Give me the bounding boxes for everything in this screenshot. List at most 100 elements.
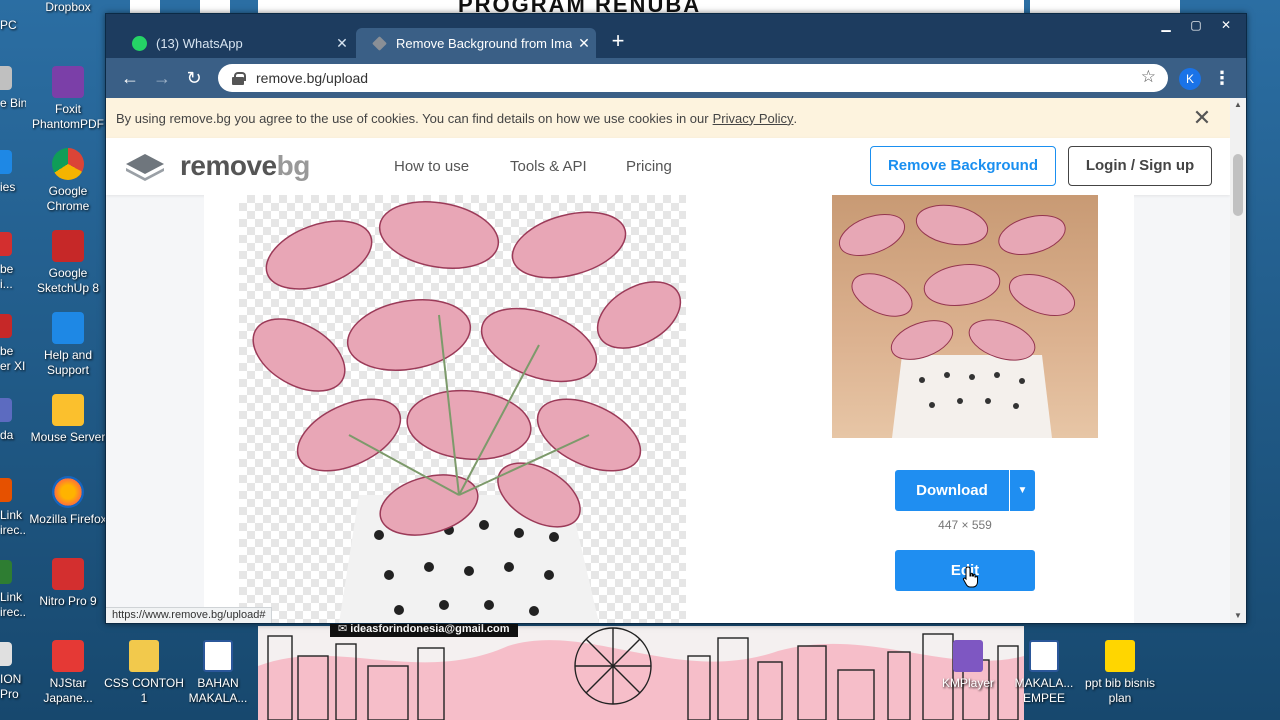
desktop-partial-icon[interactable]: e Bin	[0, 66, 26, 111]
chevron-down-icon[interactable]: ▼	[1010, 470, 1035, 511]
folder-icon	[129, 640, 159, 672]
image-dimensions: 447 × 559	[938, 518, 992, 532]
desktop-icon-nitro[interactable]: Nitro Pro 9	[28, 558, 108, 609]
desktop-icon-ppt-bisnis-plan[interactable]: ppt bib bisnis plan	[1080, 640, 1160, 706]
firefox-icon	[52, 476, 84, 508]
browser-window: (13) WhatsApp ✕ Remove Background from I…	[105, 13, 1247, 624]
desktop-icon-firefox[interactable]: Mozilla Firefox	[28, 476, 108, 527]
desktop-partial-icon[interactable]: be i...	[0, 232, 26, 292]
close-window-icon[interactable]: ✕	[1211, 16, 1241, 34]
privacy-policy-link[interactable]: Privacy Policy	[713, 111, 794, 126]
desktop-icon-mouse-server[interactable]: Mouse Server	[28, 394, 108, 445]
nav-how-to-use[interactable]: How to use	[394, 158, 469, 175]
app-icon	[0, 150, 12, 174]
close-tab-icon[interactable]: ✕	[572, 35, 596, 52]
desktop-partial-icon[interactable]: ION Pro	[0, 642, 26, 702]
desktop-partial-icon[interactable]: Link irec...	[0, 560, 26, 620]
forward-arrow-icon[interactable]: →	[150, 66, 174, 90]
reload-icon[interactable]: ↻	[182, 66, 206, 90]
adobe-icon	[0, 232, 12, 256]
word-doc-icon	[1029, 640, 1059, 672]
desktop-partial-icon[interactable]: da	[0, 398, 26, 443]
shortcut-icon	[0, 560, 12, 584]
browser-menu-icon[interactable]: ⋮	[1212, 66, 1232, 90]
desktop-icon-help[interactable]: Help and Support	[28, 312, 108, 378]
removebg-logo[interactable]: removebg	[124, 150, 310, 182]
download-button[interactable]: Download	[895, 470, 1009, 511]
url-text: remove.bg/upload	[256, 70, 369, 86]
browser-toolbar: ← → ↻ remove.bg/upload ☆ K ⋮	[106, 58, 1246, 98]
desktop-icon-css-folder[interactable]: CSS CONTOH 1	[104, 640, 184, 706]
page-content: By using remove.bg you agree to the use …	[106, 98, 1230, 623]
desktop-icon-fragment	[200, 0, 230, 14]
tab-bar: (13) WhatsApp ✕ Remove Background from I…	[106, 14, 1246, 58]
result-card: Download ▼ 447 × 559 Edit	[204, 195, 1134, 623]
tab-whatsapp[interactable]: (13) WhatsApp ✕	[116, 28, 354, 58]
wallpaper-skyline	[258, 626, 1024, 720]
adobe-reader-icon	[0, 314, 12, 338]
desktop-icon-foxit[interactable]: Foxit PhantomPDF	[28, 66, 108, 132]
nav-tools-api[interactable]: Tools & API	[510, 158, 587, 175]
maximize-icon[interactable]: ▢	[1181, 16, 1211, 34]
logo-text-bg: bg	[276, 150, 311, 181]
logo-text-remove: remove	[180, 150, 277, 181]
app-icon	[0, 642, 12, 666]
desktop-icon-dropbox[interactable]: Dropbox	[28, 0, 108, 15]
desktop-partial-icon[interactable]: Link irec...	[0, 478, 26, 538]
remove-background-button[interactable]: Remove Background	[870, 146, 1056, 186]
lock-icon	[232, 72, 246, 85]
ppt-icon	[1105, 640, 1135, 672]
recycle-bin-icon	[0, 66, 12, 90]
app-icon	[0, 398, 12, 422]
cookie-text: By using remove.bg you agree to the use …	[116, 110, 709, 126]
desktop-partial-icon[interactable]: be er XI	[0, 314, 26, 374]
hand-cursor-icon	[962, 566, 978, 588]
mouse-server-icon	[52, 394, 84, 426]
desktop-icon-sketchup[interactable]: Google SketchUp 8	[28, 230, 108, 296]
back-arrow-icon[interactable]: ←	[118, 66, 142, 90]
site-header: removebg How to use Tools & API Pricing …	[106, 138, 1230, 195]
original-image[interactable]	[832, 195, 1098, 438]
close-tab-icon[interactable]: ✕	[330, 35, 354, 52]
shortcut-icon	[0, 478, 12, 502]
tab-title: Remove Background from Image	[396, 35, 572, 51]
tab-removebg[interactable]: Remove Background from Image ✕	[356, 28, 596, 58]
tab-title: (13) WhatsApp	[156, 35, 243, 51]
word-doc-icon	[203, 640, 233, 672]
download-button-group: Download ▼	[895, 470, 1035, 511]
desktop-icon-kmplayer[interactable]: KMPlayer	[928, 640, 1008, 691]
sketchup-icon	[52, 230, 84, 262]
desktop-icon-makalah-empee[interactable]: MAKALA... EMPEE	[1004, 640, 1084, 706]
scroll-thumb[interactable]	[1233, 154, 1243, 216]
help-support-icon	[52, 312, 84, 344]
nitro-pro-icon	[52, 558, 84, 590]
cookie-text-suffix: .	[793, 110, 798, 126]
scroll-up-icon[interactable]: ▲	[1230, 98, 1246, 112]
status-bar-url: https://www.remove.bg/upload#	[106, 607, 273, 623]
page-scrollbar[interactable]: ▲ ▼	[1230, 98, 1246, 623]
result-image[interactable]	[239, 195, 686, 623]
desktop-icon-bahan-makalah[interactable]: BAHAN MAKALA...	[178, 640, 258, 706]
desktop-icon-chrome[interactable]: Google Chrome	[28, 148, 108, 214]
wallpaper-email-tag: ✉ ideasforindonesia@gmail.com	[330, 622, 518, 637]
nav-pricing[interactable]: Pricing	[626, 158, 672, 175]
desktop-icon-fragment	[130, 0, 160, 14]
minimize-icon[interactable]: ▁	[1151, 16, 1181, 34]
desktop-icon-fragment	[1030, 0, 1180, 14]
kmplayer-icon	[953, 640, 983, 672]
address-bar[interactable]: remove.bg/upload ☆	[218, 64, 1168, 92]
whatsapp-icon	[132, 35, 147, 51]
profile-avatar[interactable]: K	[1179, 68, 1201, 90]
removebg-icon	[372, 35, 387, 51]
desktop-partial-icon[interactable]: PC	[0, 18, 26, 33]
close-icon[interactable]: ✕	[1190, 106, 1214, 130]
desktop-icon-njstar[interactable]: NJStar Japane...	[28, 640, 108, 706]
removebg-logo-icon	[126, 154, 164, 181]
bookmark-star-icon[interactable]: ☆	[1141, 67, 1156, 87]
cookie-banner: By using remove.bg you agree to the use …	[106, 98, 1230, 138]
scroll-down-icon[interactable]: ▼	[1230, 609, 1246, 623]
chrome-icon	[52, 148, 84, 180]
new-tab-button[interactable]: +	[606, 30, 630, 54]
login-signup-button[interactable]: Login / Sign up	[1068, 146, 1212, 186]
desktop-partial-icon[interactable]: ies	[0, 150, 26, 195]
